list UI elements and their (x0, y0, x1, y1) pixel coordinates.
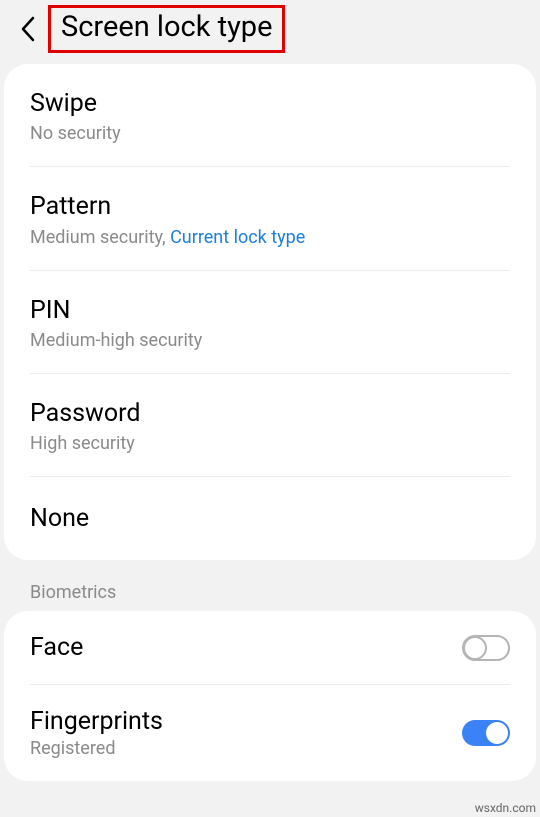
lock-type-pattern[interactable]: Pattern Medium security, Current lock ty… (30, 167, 510, 270)
lock-type-swipe[interactable]: Swipe No security (30, 64, 510, 167)
lock-type-title: Swipe (30, 88, 510, 119)
biometrics-card: Face Fingerprints Registered (4, 611, 536, 781)
watermark: wsxdn.com (475, 801, 536, 815)
app-bar: Screen lock type (0, 0, 540, 58)
biometrics-section-header: Biometrics (0, 560, 540, 611)
biometric-face[interactable]: Face (30, 611, 510, 685)
fingerprints-toggle[interactable] (462, 720, 510, 746)
lock-type-sub: Medium-high security (30, 330, 510, 351)
lock-type-title: Pattern (30, 191, 510, 222)
chevron-left-icon (19, 15, 37, 43)
biometric-sub: Registered (30, 738, 462, 759)
lock-type-sub: Medium security, Current lock type (30, 227, 510, 248)
lock-type-password[interactable]: Password High security (30, 374, 510, 477)
lock-type-pin[interactable]: PIN Medium-high security (30, 271, 510, 374)
lock-type-sub: No security (30, 123, 510, 144)
biometric-title: Face (30, 633, 462, 662)
lock-type-card: Swipe No security Pattern Medium securit… (4, 64, 536, 560)
lock-type-title: PIN (30, 295, 510, 326)
lock-type-title: Password (30, 398, 510, 429)
title-highlight: Screen lock type (48, 5, 285, 53)
face-toggle[interactable] (462, 635, 510, 661)
lock-type-none[interactable]: None (30, 477, 510, 560)
current-lock-type-link[interactable]: Current lock type (170, 227, 305, 248)
lock-type-title: None (30, 503, 510, 534)
biometric-fingerprints[interactable]: Fingerprints Registered (30, 685, 510, 781)
lock-type-sub: High security (30, 433, 510, 454)
biometric-title: Fingerprints (30, 707, 462, 736)
page-title: Screen lock type (61, 10, 272, 44)
back-button[interactable] (14, 15, 42, 43)
